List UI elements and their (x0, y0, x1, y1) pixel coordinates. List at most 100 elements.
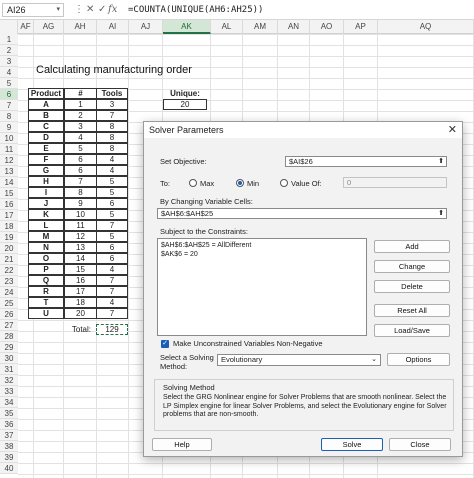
table-cell[interactable]: 6 (96, 253, 128, 264)
row-header-15[interactable]: 15 (0, 188, 18, 199)
row-header-19[interactable]: 19 (0, 232, 18, 243)
table-cell[interactable]: Q (28, 275, 64, 286)
table-header[interactable]: # (64, 88, 97, 99)
row-header-38[interactable]: 38 (0, 441, 18, 452)
row-header-24[interactable]: 24 (0, 287, 18, 298)
row-header-7[interactable]: 7 (0, 100, 18, 111)
row-header-33[interactable]: 33 (0, 386, 18, 397)
row-header-27[interactable]: 27 (0, 320, 18, 331)
table-cell[interactable]: 5 (96, 187, 128, 198)
value-of-radio[interactable] (280, 179, 288, 187)
formula-input[interactable]: =COUNTA(UNIQUE(AH6:AH25)) (128, 4, 263, 16)
row-header-31[interactable]: 31 (0, 364, 18, 375)
row-header-1[interactable]: 1 (0, 34, 18, 45)
table-cell[interactable]: O (28, 253, 64, 264)
row-header-37[interactable]: 37 (0, 430, 18, 441)
select-all-corner[interactable] (0, 20, 18, 34)
table-header[interactable]: Product (28, 88, 64, 99)
table-cell[interactable]: H (28, 176, 64, 187)
row-header-34[interactable]: 34 (0, 397, 18, 408)
options-button[interactable]: Options (387, 353, 450, 366)
row-header-3[interactable]: 3 (0, 56, 18, 67)
row-header-18[interactable]: 18 (0, 221, 18, 232)
table-cell[interactable]: 5 (96, 231, 128, 242)
table-cell[interactable]: 7 (96, 308, 128, 319)
column-header-aj[interactable]: AJ (129, 20, 163, 34)
table-cell[interactable]: 18 (64, 297, 97, 308)
row-header-6[interactable]: 6 (0, 89, 18, 100)
table-cell[interactable]: A (28, 99, 64, 110)
unique-value[interactable]: 20 (163, 99, 207, 110)
table-cell[interactable]: L (28, 220, 64, 231)
row-header-21[interactable]: 21 (0, 254, 18, 265)
chevron-down-icon[interactable]: ⌄ (371, 355, 377, 365)
objective-input[interactable]: $AI$26 ⬆ (285, 156, 447, 167)
table-cell[interactable]: 1 (64, 99, 97, 110)
table-cell[interactable]: B (28, 110, 64, 121)
constraints-list[interactable]: $AH$6:$AH$25 = AllDifferent $AK$6 = 20 (157, 238, 367, 336)
table-cell[interactable]: R (28, 286, 64, 297)
table-cell[interactable]: 14 (64, 253, 97, 264)
table-cell[interactable]: 7 (96, 275, 128, 286)
range-select-icon[interactable]: ⬆ (438, 209, 444, 218)
row-header-10[interactable]: 10 (0, 133, 18, 144)
function-icon[interactable]: fx (108, 3, 117, 17)
table-cell[interactable]: 10 (64, 209, 97, 220)
table-cell[interactable]: 7 (64, 176, 97, 187)
table-cell[interactable]: J (28, 198, 64, 209)
load-save-button[interactable]: Load/Save (374, 324, 450, 337)
table-cell[interactable]: 15 (64, 264, 97, 275)
row-header-22[interactable]: 22 (0, 265, 18, 276)
chevron-down-icon[interactable]: ▾ (56, 4, 60, 16)
table-cell[interactable]: 3 (64, 121, 97, 132)
total-value[interactable]: 129 (96, 324, 128, 335)
cancel-icon[interactable]: ✕ (86, 3, 94, 17)
row-header-8[interactable]: 8 (0, 111, 18, 122)
column-header-ai[interactable]: AI (97, 20, 129, 34)
row-header-23[interactable]: 23 (0, 276, 18, 287)
row-header-14[interactable]: 14 (0, 177, 18, 188)
column-header-ag[interactable]: AG (34, 20, 64, 34)
delete-button[interactable]: Delete (374, 280, 450, 293)
close-button[interactable]: Close (389, 438, 451, 451)
table-cell[interactable]: 2 (64, 110, 97, 121)
table-cell[interactable]: 4 (96, 165, 128, 176)
table-cell[interactable]: 6 (96, 198, 128, 209)
row-header-29[interactable]: 29 (0, 342, 18, 353)
table-cell[interactable]: 8 (96, 143, 128, 154)
table-cell[interactable]: 5 (64, 143, 97, 154)
max-radio[interactable] (189, 179, 197, 187)
min-radio[interactable] (236, 179, 244, 187)
table-cell[interactable]: M (28, 231, 64, 242)
table-cell[interactable]: K (28, 209, 64, 220)
value-of-input[interactable]: 0 (343, 177, 447, 188)
table-cell[interactable]: 7 (96, 286, 128, 297)
column-header-an[interactable]: AN (278, 20, 310, 34)
table-cell[interactable]: 3 (96, 99, 128, 110)
solve-button[interactable]: Solve (321, 438, 383, 451)
table-cell[interactable]: 8 (64, 187, 97, 198)
row-header-30[interactable]: 30 (0, 353, 18, 364)
row-header-20[interactable]: 20 (0, 243, 18, 254)
row-header-13[interactable]: 13 (0, 166, 18, 177)
column-header-aq[interactable]: AQ (378, 20, 474, 34)
changing-cells-input[interactable]: $AH$6:$AH$25 ⬆ (157, 208, 447, 219)
table-cell[interactable]: 12 (64, 231, 97, 242)
row-header-5[interactable]: 5 (0, 78, 18, 89)
row-header-28[interactable]: 28 (0, 331, 18, 342)
enter-icon[interactable]: ✓ (98, 3, 106, 17)
row-header-25[interactable]: 25 (0, 298, 18, 309)
table-cell[interactable]: F (28, 154, 64, 165)
unconstrained-checkbox[interactable]: ✓ (161, 340, 169, 348)
table-cell[interactable]: I (28, 187, 64, 198)
table-cell[interactable]: T (28, 297, 64, 308)
row-header-26[interactable]: 26 (0, 309, 18, 320)
table-header[interactable]: Tools (96, 88, 128, 99)
table-cell[interactable]: 9 (64, 198, 97, 209)
row-header-39[interactable]: 39 (0, 452, 18, 463)
table-cell[interactable]: 17 (64, 286, 97, 297)
table-cell[interactable]: 7 (96, 220, 128, 231)
table-cell[interactable]: 20 (64, 308, 97, 319)
reset-all-button[interactable]: Reset All (374, 304, 450, 317)
constraint-item[interactable]: $AK$6 = 20 (161, 250, 363, 259)
